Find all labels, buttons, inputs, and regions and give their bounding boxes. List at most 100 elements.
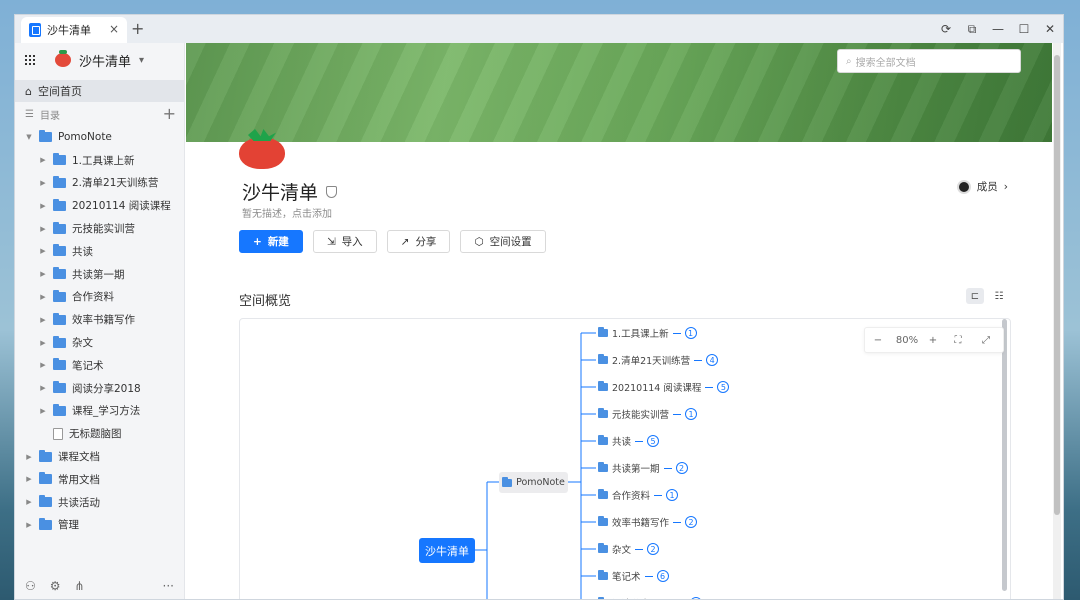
mindmap-node-label: 笔记术 — [612, 572, 641, 583]
maximize-icon[interactable]: ☐ — [1011, 15, 1037, 43]
fullscreen-icon[interactable]: ⤢ — [973, 335, 999, 346]
mindmap-child-node[interactable]: 笔记术 6 — [598, 569, 669, 583]
search-input[interactable]: ⌕ 搜索全部文档 — [837, 49, 1021, 73]
gear-icon[interactable]: ⚙ — [50, 579, 61, 593]
mindmap-child-node[interactable]: 2.清单21天训练营 4 — [598, 353, 719, 367]
share-icon: ↗ — [400, 235, 410, 248]
mindmap-child-node[interactable]: 元技能实训营 1 — [598, 407, 698, 421]
list-view-icon[interactable]: ☷ — [990, 288, 1008, 304]
caret-down-icon[interactable]: ▼ — [25, 133, 33, 141]
folder-icon — [53, 175, 66, 188]
new-button[interactable]: + 新建 — [239, 230, 303, 253]
child-count-badge[interactable]: 2 — [685, 516, 698, 528]
child-count-badge[interactable]: 5 — [717, 381, 730, 393]
caret-right-icon[interactable]: ▶ — [39, 247, 47, 255]
child-count-badge[interactable]: 5 — [647, 435, 660, 447]
space-description[interactable]: 暂无描述，点击添加 — [242, 205, 332, 220]
sidebar-tree-item[interactable]: ▶ 共读 — [15, 240, 184, 263]
add-doc-icon[interactable]: + — [163, 104, 176, 123]
mindmap-child-node[interactable]: 杂文 2 — [598, 542, 660, 556]
mindmap-child-node[interactable]: 共读第一期 2 — [598, 461, 688, 475]
space-settings-button[interactable]: ⬡ 空间设置 — [460, 230, 546, 253]
new-button-label: 新建 — [267, 236, 289, 248]
caret-right-icon[interactable]: ▶ — [39, 225, 47, 233]
space-settings-label: 空间设置 — [489, 236, 532, 248]
caret-right-icon[interactable]: ▶ — [39, 293, 47, 301]
mindmap-child-node[interactable]: 20210114 阅读课程 5 — [598, 380, 730, 394]
zoom-out-button[interactable]: − — [865, 335, 891, 346]
mindmap-child-node[interactable]: 合作资料 1 — [598, 488, 679, 502]
mindmap-panel[interactable]: − 80% + ⛶ ⤢ 沙牛清单 PomoNote 1.工具课上新 1 2.清单21… — [239, 318, 1011, 599]
mindmap-child-node[interactable]: 1.工具课上新 1 — [598, 326, 697, 340]
add-member-icon[interactable]: ⚇ — [25, 579, 36, 593]
caret-right-icon[interactable]: ▶ — [39, 156, 47, 164]
sidebar-tree-item[interactable]: ▶ 共读第一期 — [15, 263, 184, 286]
folder-icon — [598, 408, 608, 418]
sidebar-tree-item[interactable]: ▶ 2.清单21天训练营 — [15, 172, 184, 195]
sidebar-tree-item[interactable]: ▶ 阅读分享2018 — [15, 377, 184, 400]
sidebar-tree-item[interactable]: ▶ 共读活动 — [15, 491, 184, 514]
sidebar-tree-item[interactable]: ▶ 元技能实训营 — [15, 217, 184, 240]
sidebar-item-home[interactable]: ⌂ 空间首页 — [15, 80, 184, 102]
sidebar-tree-item[interactable]: ▶ 管理 — [15, 514, 184, 537]
caret-right-icon[interactable]: ▶ — [25, 453, 33, 461]
sidebar-tree-item[interactable]: ▶ 课程_学习方法 — [15, 400, 184, 423]
space-switcher[interactable]: 沙牛清单 ▾ — [15, 43, 184, 77]
child-count-badge[interactable]: 2 — [675, 462, 688, 474]
mindmap-child-node[interactable]: 共读 5 — [598, 434, 660, 448]
sidebar-tree-item[interactable]: ▶ 效率书籍写作 — [15, 308, 184, 331]
mindmap-child-node[interactable]: 效率书籍写作 2 — [598, 515, 698, 529]
caret-right-icon[interactable]: ▶ — [25, 498, 33, 506]
members-label: 成员 — [976, 181, 998, 193]
sidebar-tree-item[interactable]: ▼ PomoNote — [15, 126, 184, 149]
members-link[interactable]: 成员 › — [956, 179, 1008, 194]
mindmap-level1-node[interactable]: PomoNote — [499, 472, 568, 493]
mindmap-root-node[interactable]: 沙牛清单 — [419, 538, 475, 563]
sidebar-tree-item[interactable]: ▶ 合作资料 — [15, 286, 184, 309]
child-count-badge[interactable]: 1 — [666, 489, 679, 501]
minimize-icon[interactable]: — — [985, 15, 1011, 43]
caret-right-icon[interactable]: ▶ — [39, 316, 47, 324]
sidebar-tree-item[interactable]: 无标题脑图 — [15, 422, 184, 445]
caret-right-icon[interactable]: ▶ — [39, 202, 47, 210]
sidebar-tree-item[interactable]: ▶ 杂文 — [15, 331, 184, 354]
structure-icon[interactable]: ⋔ — [75, 579, 85, 593]
caret-right-icon[interactable]: ▶ — [39, 270, 47, 278]
zoom-in-button[interactable]: + — [923, 335, 943, 346]
close-window-icon[interactable]: ✕ — [1037, 15, 1063, 43]
child-count-badge[interactable]: 2 — [647, 543, 660, 555]
new-tab-icon[interactable]: + — [131, 19, 144, 38]
child-count-badge[interactable]: 1 — [684, 327, 697, 339]
caret-right-icon[interactable]: ▶ — [39, 339, 47, 347]
caret-right-icon[interactable]: ▶ — [39, 407, 47, 415]
child-count-badge[interactable]: 6 — [656, 570, 669, 582]
caret-right-icon[interactable]: ▶ — [39, 361, 47, 369]
sidebar-tree-item[interactable]: ▶ 常用文档 — [15, 468, 184, 491]
chevron-right-icon: › — [1003, 180, 1008, 193]
sidebar-tree-item[interactable]: ▶ 1.工具课上新 — [15, 149, 184, 172]
fit-screen-icon[interactable]: ⛶ — [943, 335, 973, 346]
import-button[interactable]: ⇲ 导入 — [312, 230, 377, 253]
pin-window-icon[interactable]: ⧉ — [959, 15, 985, 43]
tab-active[interactable]: 沙牛清单 × — [21, 17, 127, 43]
mindmap-view-icon[interactable]: ⊏ — [966, 288, 984, 304]
child-count-badge[interactable]: 4 — [706, 354, 719, 366]
child-count-badge[interactable]: 1 — [685, 408, 698, 420]
sidebar-tree-item[interactable]: ▶ 20210114 阅读课程 — [15, 194, 184, 217]
page-title: 沙牛清单 — [242, 182, 319, 204]
shield-icon[interactable] — [326, 185, 338, 198]
tab-close-icon[interactable]: × — [109, 22, 119, 36]
chevron-down-icon[interactable]: ▾ — [139, 55, 144, 66]
apps-grid-icon[interactable] — [25, 55, 35, 65]
mindmap-child-node[interactable]: 阅读分享20183 — [598, 596, 703, 599]
caret-right-icon[interactable]: ▶ — [25, 475, 33, 483]
sidebar-tree-item[interactable]: ▶ 课程文档 — [15, 445, 184, 468]
caret-right-icon[interactable]: ▶ — [39, 179, 47, 187]
sidebar-tree-item[interactable]: ▶ 笔记术 — [15, 354, 184, 377]
caret-right-icon[interactable]: ▶ — [25, 521, 33, 529]
more-icon[interactable]: ··· — [163, 579, 174, 593]
share-button[interactable]: ↗ 分享 — [386, 230, 451, 253]
window-scrollbar[interactable] — [1053, 43, 1061, 599]
caret-right-icon[interactable]: ▶ — [39, 384, 47, 392]
sync-icon[interactable]: ⟳ — [933, 15, 959, 43]
